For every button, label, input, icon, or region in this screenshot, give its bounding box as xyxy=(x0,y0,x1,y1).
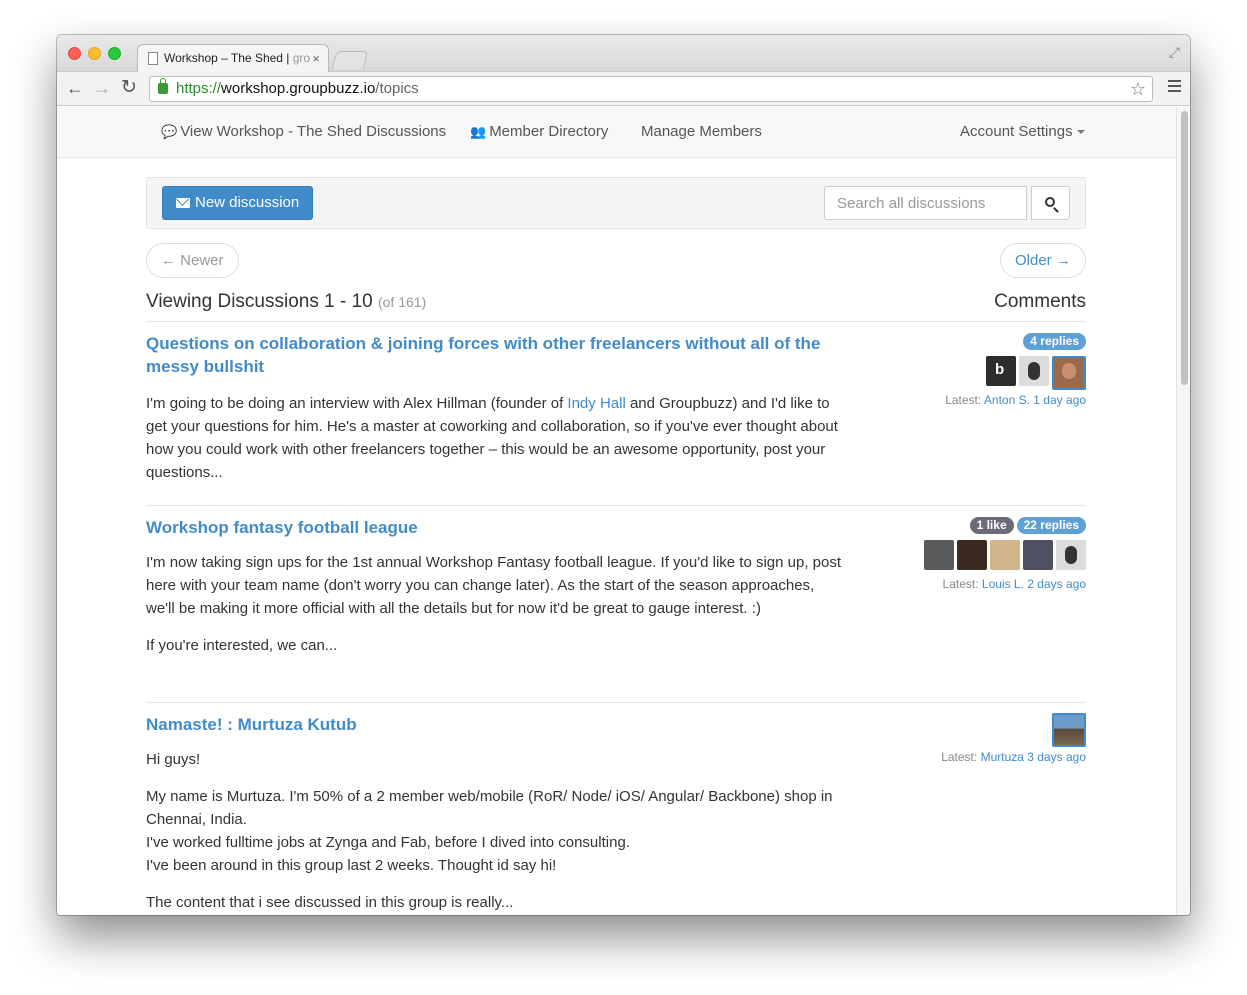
nav-members-label: Member Directory xyxy=(489,123,609,140)
url-path: /topics xyxy=(375,80,419,97)
topic-excerpt: I'm now taking sign ups for the 1st annu… xyxy=(146,551,846,671)
account-settings-dropdown[interactable]: Account Settings xyxy=(960,123,1085,140)
nav-members-link[interactable]: 👥 Member Directory xyxy=(470,123,608,140)
list-heading: Viewing Discussions 1 - 10 xyxy=(146,291,373,312)
topic-meta: Latest: Murtuza 3 days ago xyxy=(846,713,1086,764)
latest-user-link[interactable]: Louis L. xyxy=(982,577,1024,591)
avatar[interactable] xyxy=(1056,540,1086,570)
topic-row: Questions on collaboration & joining for… xyxy=(146,332,1086,506)
avatar[interactable] xyxy=(957,540,987,570)
avatar[interactable] xyxy=(1019,356,1049,386)
browser-tab[interactable]: Workshop – The Shed | gro × xyxy=(137,44,329,72)
list-header: Viewing Discussions 1 - 10 (of 161) Comm… xyxy=(146,291,1086,322)
avatar[interactable] xyxy=(1052,713,1086,747)
topic-title-link[interactable]: Questions on collaboration & joining for… xyxy=(146,332,846,378)
topic-meta: 1 like 22 replies Latest: Louis L. 2 days… xyxy=(846,516,1086,591)
latest-user-link[interactable]: Anton S. xyxy=(984,393,1030,407)
tab-title-fade: gro xyxy=(292,51,311,65)
indy-hall-link[interactable]: Indy Hall xyxy=(567,395,625,412)
older-button[interactable]: Older → xyxy=(1000,243,1086,278)
latest-label: Latest: xyxy=(942,577,979,591)
zoom-window-button[interactable] xyxy=(108,47,121,60)
new-discussion-button[interactable]: New discussion xyxy=(162,186,314,220)
bookmark-star-icon[interactable]: ☆ xyxy=(1130,77,1146,101)
page-scrollbar[interactable] xyxy=(1176,107,1190,915)
nav-manage-link[interactable]: Manage Members xyxy=(641,123,762,140)
url-host: workshop.groupbuzz.io xyxy=(221,80,376,97)
nav-discussions-label: View Workshop - The Shed Discussions xyxy=(180,123,447,140)
topic-row: Workshop fantasy football league I'm now… xyxy=(146,516,1086,703)
replies-badge: 4 replies xyxy=(1023,333,1086,350)
latest-time-link[interactable]: 3 days ago xyxy=(1027,750,1086,764)
forward-arrow-icon[interactable]: → xyxy=(93,77,111,99)
comments-heading: Comments xyxy=(994,291,1086,312)
topic-row: Namaste! : Murtuza Kutub Hi guys! My nam… xyxy=(146,713,1086,915)
nav-manage-label: Manage Members xyxy=(641,123,762,140)
new-discussion-label: New discussion xyxy=(195,194,300,211)
topic-excerpt-text: If you're interested, we can... xyxy=(146,637,338,654)
topic-excerpt-text: Hi guys! xyxy=(146,751,201,768)
list-title: Viewing Discussions 1 - 10 (of 161) xyxy=(146,291,426,313)
list-count: (of 161) xyxy=(377,294,427,310)
avatar[interactable] xyxy=(1023,540,1053,570)
topic-excerpt-text: I'm going to be doing an interview with … xyxy=(146,395,568,412)
avatar[interactable] xyxy=(1052,356,1086,390)
envelope-icon xyxy=(176,198,190,208)
browser-toolbar: ← → ↻ https://workshop.groupbuzz.io/topi… xyxy=(57,72,1190,106)
users-icon: 👥 xyxy=(470,124,487,139)
reload-icon[interactable]: ↻ xyxy=(121,77,137,99)
caret-down-icon xyxy=(1076,130,1085,135)
topic-excerpt-text: The content that i see discussed in this… xyxy=(146,894,514,911)
latest-label: Latest: xyxy=(945,393,982,407)
back-arrow-icon[interactable]: ← xyxy=(66,77,84,99)
hamburger-menu-icon[interactable] xyxy=(1168,80,1181,95)
address-bar[interactable]: https://workshop.groupbuzz.io/topics ☆ xyxy=(149,76,1153,102)
latest-label: Latest: xyxy=(941,750,978,764)
topic-excerpt-line: I've been around in this group last 2 we… xyxy=(146,857,557,874)
fullscreen-icon[interactable]: ⤢ xyxy=(1169,44,1180,61)
latest-user-link[interactable]: Murtuza xyxy=(981,750,1024,764)
search-input[interactable] xyxy=(824,186,1027,220)
latest-time-link[interactable]: 2 days ago xyxy=(1027,577,1086,591)
page-icon xyxy=(148,52,158,65)
latest-time-link[interactable]: 1 day ago xyxy=(1033,393,1086,407)
browser-window: Workshop – The Shed | gro × ⤢ ← → ↻ http… xyxy=(57,35,1190,915)
latest-reply: Latest: Louis L. 2 days ago xyxy=(846,577,1086,591)
avatar[interactable] xyxy=(990,540,1020,570)
avatar[interactable] xyxy=(924,540,954,570)
topic-excerpt: I'm going to be doing an interview with … xyxy=(146,392,846,498)
topic-excerpt-line: I've worked fulltime jobs at Zynga and F… xyxy=(146,834,630,851)
close-window-button[interactable] xyxy=(68,47,81,60)
replies-badge: 22 replies xyxy=(1016,517,1086,534)
topic-meta: 4 replies b Latest: Anton S. 1 day ago xyxy=(846,332,1086,407)
lock-icon xyxy=(158,78,168,94)
comments-icon: 💬 xyxy=(161,124,178,139)
new-tab-button[interactable] xyxy=(331,51,369,69)
tab-title: Workshop – The Shed | xyxy=(164,51,293,65)
topic-excerpt-text: I'm now taking sign ups for the 1st annu… xyxy=(146,554,842,617)
action-bar: New discussion xyxy=(146,177,1086,229)
newer-button[interactable]: ← Newer xyxy=(146,243,239,278)
site-navbar: 💬 View Workshop - The Shed Discussions 👥 M… xyxy=(57,107,1176,158)
title-bar: Workshop – The Shed | gro × ⤢ xyxy=(57,35,1190,72)
latest-reply: Latest: Anton S. 1 day ago xyxy=(846,393,1086,407)
topic-excerpt-line: My name is Murtuza. I'm 50% of a 2 membe… xyxy=(146,788,833,828)
url-scheme: https:// xyxy=(176,80,222,97)
page-viewport: 💬 View Workshop - The Shed Discussions 👥 M… xyxy=(57,107,1176,915)
topic-excerpt: Hi guys! My name is Murtuza. I'm 50% of … xyxy=(146,748,846,915)
account-settings-label: Account Settings xyxy=(960,123,1073,140)
search-button[interactable] xyxy=(1031,186,1070,220)
topic-title-link[interactable]: Workshop fantasy football league xyxy=(146,516,846,539)
nav-discussions-link[interactable]: 💬 View Workshop - The Shed Discussions xyxy=(161,123,446,140)
avatar[interactable]: b xyxy=(986,356,1016,386)
likes-badge: 1 like xyxy=(969,517,1014,534)
scrollbar-thumb[interactable] xyxy=(1181,111,1188,385)
latest-reply: Latest: Murtuza 3 days ago xyxy=(846,750,1086,764)
topic-title-link[interactable]: Namaste! : Murtuza Kutub xyxy=(146,713,846,736)
tab-close-icon[interactable]: × xyxy=(312,45,320,72)
minimize-window-button[interactable] xyxy=(88,47,101,60)
search-icon xyxy=(1045,197,1055,207)
